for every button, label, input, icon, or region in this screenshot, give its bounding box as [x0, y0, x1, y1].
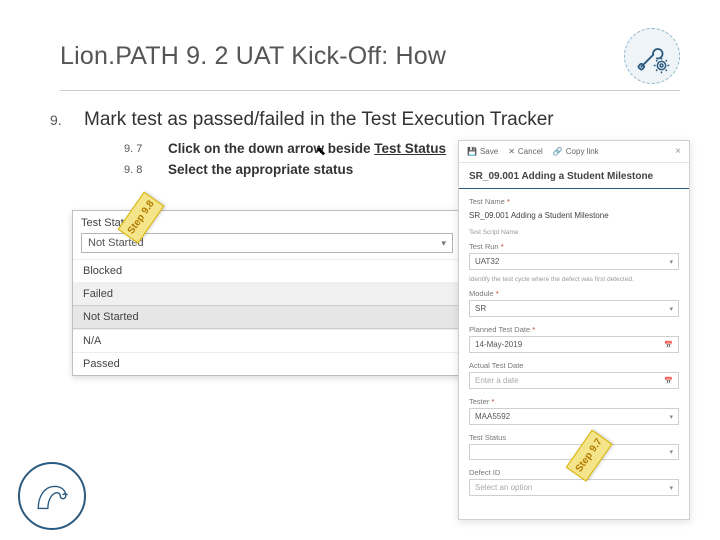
title-row: Lion.PATH 9. 2 UAT Kick-Off: How	[60, 28, 680, 91]
status-option[interactable]: Blocked	[73, 259, 461, 282]
defect-id-select[interactable]: Select an option▾	[469, 479, 679, 496]
chevron-down-icon: ▾	[669, 258, 673, 266]
calendar-icon: 📅	[664, 341, 673, 349]
close-icon[interactable]: ×	[675, 146, 681, 157]
substep-text: Click on the down arrow beside Test Stat…	[168, 141, 446, 156]
test-run-select[interactable]: UAT32▾	[469, 253, 679, 270]
module-select[interactable]: SR▾	[469, 300, 679, 317]
calendar-icon: 📅	[664, 377, 673, 385]
chevron-down-icon: ▾	[669, 484, 673, 492]
cursor-icon: ⬉	[316, 144, 326, 158]
status-option[interactable]: Passed	[73, 352, 461, 375]
status-option-selected[interactable]: Not Started	[73, 305, 461, 329]
planned-date-input[interactable]: 14-May-2019📅	[469, 336, 679, 353]
hint-text: Identify the test cycle where the defect…	[459, 276, 689, 287]
step-heading: 9. Mark test as passed/failed in the Tes…	[50, 109, 680, 131]
slide: Lion.PATH 9. 2 UAT Kick-Off: How 9. Mark…	[0, 0, 720, 540]
step-number: 9.	[50, 112, 66, 128]
hint-text: Test Script Name	[459, 229, 689, 240]
lion-logo	[18, 462, 86, 530]
form-toolbar: 💾 Save ✕ Cancel 🔗 Copy link ×	[459, 141, 689, 163]
substep-number: 9. 7	[124, 141, 146, 156]
chevron-down-icon: ▾	[441, 238, 446, 249]
status-option[interactable]: Failed	[73, 282, 461, 305]
field-tester: Tester * MAA5592▾	[459, 395, 689, 431]
divider	[459, 188, 689, 189]
substep-number: 9. 8	[124, 162, 146, 177]
status-option[interactable]: N/A	[73, 329, 461, 352]
field-module: Module * SR▾	[459, 287, 689, 323]
test-name-value: SR_09.001 Adding a Student Milestone	[469, 208, 679, 223]
chevron-down-icon: ▾	[669, 448, 673, 456]
wrench-gear-icon	[624, 28, 680, 84]
field-planned-date: Planned Test Date * 14-May-2019📅	[459, 323, 689, 359]
cancel-button[interactable]: ✕ Cancel	[508, 147, 543, 156]
step-text: Mark test as passed/failed in the Test E…	[84, 109, 554, 131]
field-test-run: Test Run * UAT32▾	[459, 240, 689, 276]
field-test-name: Test Name * SR_09.001 Adding a Student M…	[459, 195, 689, 229]
chevron-down-icon: ▾	[669, 413, 673, 421]
page-title: Lion.PATH 9. 2 UAT Kick-Off: How	[60, 42, 446, 71]
actual-date-input[interactable]: Enter a date📅	[469, 372, 679, 389]
tester-select[interactable]: MAA5592▾	[469, 408, 679, 425]
chevron-down-icon: ▾	[669, 305, 673, 313]
copy-link-button[interactable]: 🔗 Copy link	[553, 147, 599, 156]
form-header: SR_09.001 Adding a Student Milestone	[459, 163, 689, 188]
substep-text: Select the appropriate status	[168, 162, 353, 177]
field-actual-date: Actual Test Date Enter a date📅	[459, 359, 689, 395]
save-button[interactable]: 💾 Save	[467, 147, 498, 156]
